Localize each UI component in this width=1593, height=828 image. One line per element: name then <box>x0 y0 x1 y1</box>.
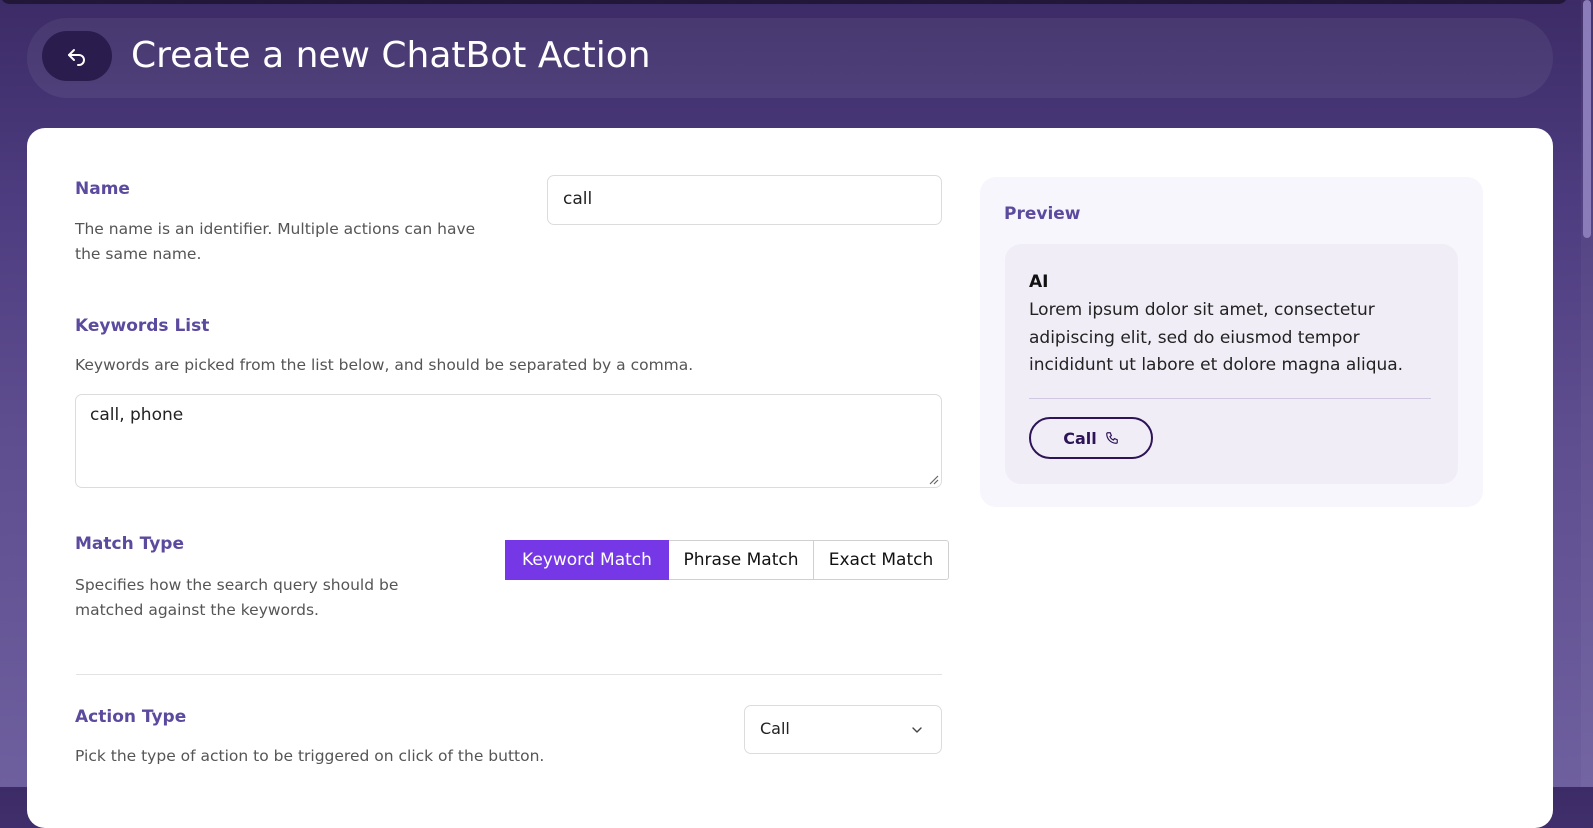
action-type-description: Pick the type of action to be triggered … <box>75 747 545 765</box>
action-type-select[interactable]: Call <box>744 705 942 754</box>
keyword-match-option[interactable]: Keyword Match <box>505 540 669 580</box>
resize-handle-icon[interactable] <box>929 475 939 485</box>
name-description-line-2: the same name. <box>75 245 202 263</box>
scrollbar[interactable] <box>1581 0 1593 787</box>
name-input-value: call <box>563 189 593 209</box>
section-divider <box>76 674 942 675</box>
keywords-textarea[interactable]: call, phone <box>75 394 942 488</box>
name-input[interactable]: call <box>547 175 942 225</box>
name-description-line-1: The name is an identifier. Multiple acti… <box>75 220 476 238</box>
exact-match-option[interactable]: Exact Match <box>814 540 949 580</box>
form-card: Name The name is an identifier. Multiple… <box>27 128 1553 828</box>
preview-panel: Preview AI Lorem ipsum dolor sit amet, c… <box>980 177 1483 507</box>
preview-title: Preview <box>1004 204 1081 224</box>
name-label: Name <box>75 179 130 199</box>
call-button-label: Call <box>1063 428 1097 448</box>
action-type-select-value: Call <box>760 719 790 738</box>
keywords-label: Keywords List <box>75 316 210 336</box>
keywords-textarea-value: call, phone <box>90 405 184 425</box>
top-bar <box>0 0 1568 4</box>
reply-arrow-icon <box>68 49 85 66</box>
action-type-label: Action Type <box>75 707 187 727</box>
scrollbar-thumb[interactable] <box>1583 0 1591 238</box>
phrase-match-option[interactable]: Phrase Match <box>669 540 814 580</box>
name-description: The name is an identifier. Multiple acti… <box>75 217 495 267</box>
page-header: Create a new ChatBot Action <box>27 18 1553 98</box>
match-type-description-line-1: Specifies how the search query should be <box>75 576 399 594</box>
message-divider <box>1029 398 1431 399</box>
match-type-selector: Keyword Match Phrase Match Exact Match <box>505 540 949 580</box>
keywords-description: Keywords are picked from the list below,… <box>75 356 694 374</box>
page-title: Create a new ChatBot Action <box>131 35 651 76</box>
message-sender: AI <box>1029 272 1049 292</box>
chevron-down-icon <box>912 727 922 733</box>
message-text: Lorem ipsum dolor sit amet, consectetur … <box>1029 300 1404 375</box>
chat-message-bubble: AI Lorem ipsum dolor sit amet, consectet… <box>1005 244 1458 484</box>
match-type-label: Match Type <box>75 534 184 554</box>
call-button[interactable]: Call <box>1029 417 1153 459</box>
phone-icon <box>1105 432 1118 444</box>
match-type-description: Specifies how the search query should be… <box>75 573 475 623</box>
match-type-description-line-2: matched against the keywords. <box>75 601 319 619</box>
back-button[interactable] <box>42 31 112 81</box>
